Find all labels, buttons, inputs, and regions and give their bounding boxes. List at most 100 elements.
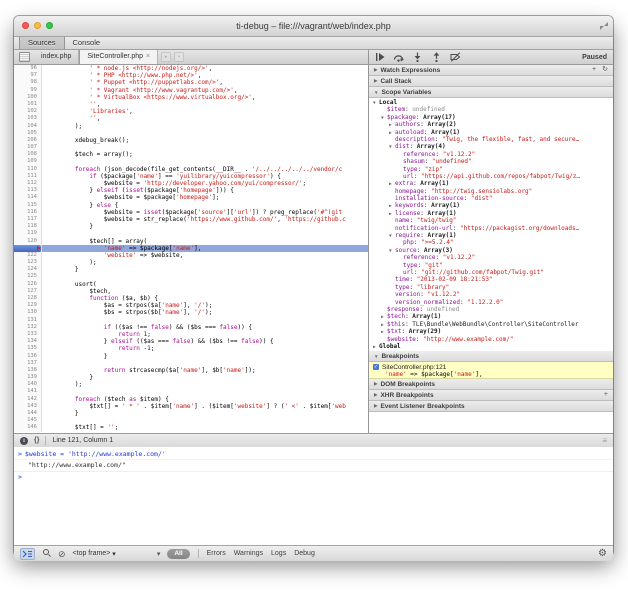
show-navigator-icon[interactable]	[19, 52, 30, 62]
close-window-button[interactable]	[22, 22, 29, 29]
line-number[interactable]: 146	[14, 424, 42, 431]
line-number[interactable]: 144	[14, 410, 42, 417]
fullscreen-icon[interactable]	[600, 22, 608, 30]
line-number[interactable]: 113	[14, 187, 42, 194]
line-number[interactable]: 101	[14, 101, 42, 108]
line-number[interactable]: 111	[14, 173, 42, 180]
event-listener-breakpoints-header[interactable]: ▶ Event Listener Breakpoints	[369, 401, 613, 412]
line-number[interactable]: 137	[14, 360, 42, 367]
line-number[interactable]: 142	[14, 396, 42, 403]
pause-on-exceptions-icon[interactable]: ‖	[20, 437, 28, 445]
scope-variable[interactable]: url: "https://api.github.com/repos/fabpo…	[369, 173, 613, 180]
scope-variable[interactable]: time: "2013-02-09 18:21:53"	[369, 276, 613, 283]
scope-variable[interactable]: shasum: "undefined"	[369, 158, 613, 165]
line-number[interactable]: 128	[14, 295, 42, 302]
line-number[interactable]: 143	[14, 403, 42, 410]
line-number[interactable]: 115	[14, 202, 42, 209]
scope-variable[interactable]: version: "v1.12.2"	[369, 291, 613, 298]
line-number[interactable]: 130	[14, 309, 42, 316]
scope-variable[interactable]: ▶$tech: Array(1)	[369, 313, 613, 320]
scope-variable[interactable]: ▶license: Array(1)	[369, 210, 613, 217]
scope-variable[interactable]: url: "git://github.com/fabpot/Twig.git"	[369, 269, 613, 276]
line-number[interactable]: 145	[14, 417, 42, 424]
scope-variable[interactable]: ▼Local	[369, 99, 613, 106]
filter-errors[interactable]: Errors	[207, 550, 226, 557]
line-number[interactable]: 109	[14, 158, 42, 165]
search-icon[interactable]	[42, 549, 51, 558]
line-number[interactable]: 100	[14, 94, 42, 101]
dom-breakpoints-header[interactable]: ▶ DOM Breakpoints	[369, 379, 613, 390]
filter-debug[interactable]: Debug	[294, 550, 315, 557]
line-number[interactable]: 97	[14, 72, 42, 79]
file-tab[interactable]: index.php	[34, 50, 79, 64]
line-number[interactable]: 120	[14, 238, 42, 245]
resume-button[interactable]	[375, 52, 385, 62]
scope-variables-header[interactable]: ▼ Scope Variables	[369, 87, 613, 98]
panel-tab-console[interactable]: Console	[65, 37, 109, 49]
scope-variable[interactable]: ▶Global	[369, 343, 613, 350]
call-stack-header[interactable]: ▶ Call Stack	[369, 76, 613, 87]
line-number[interactable]: 125	[14, 273, 42, 280]
line-number[interactable]: 136	[14, 353, 42, 360]
scope-variable[interactable]: ▶$txt: Array(29)	[369, 328, 613, 335]
line-number[interactable]: 126	[14, 281, 42, 288]
scope-variable[interactable]: php: ">=5.2.4"	[369, 239, 613, 246]
scope-variable[interactable]: type: "library"	[369, 284, 613, 291]
line-number[interactable]: 99	[14, 87, 42, 94]
line-number[interactable]: 139	[14, 374, 42, 381]
scope-variable[interactable]: description: "Twig, the flexible, fast, …	[369, 136, 613, 143]
panel-tab-sources[interactable]: Sources	[19, 37, 65, 49]
refresh-watch-icon[interactable]: ↻	[602, 65, 608, 75]
pretty-print-icon[interactable]: {}	[34, 437, 39, 444]
line-number[interactable]: 135	[14, 345, 42, 352]
line-number[interactable]: 98	[14, 79, 42, 86]
scope-variable[interactable]: type: "git"	[369, 262, 613, 269]
line-number[interactable]: 105	[14, 130, 42, 137]
line-number[interactable]: 107	[14, 144, 42, 151]
scope-variable[interactable]: $response: undefined	[369, 306, 613, 313]
scope-variable[interactable]: type: "zip"	[369, 166, 613, 173]
scope-variable[interactable]: installation-source: "dist"	[369, 195, 613, 202]
line-number[interactable]: 127	[14, 288, 42, 295]
filter-logs[interactable]: Logs	[271, 550, 286, 557]
console-toggle-button[interactable]	[20, 548, 35, 560]
line-number[interactable]: 96	[14, 65, 42, 72]
line-number[interactable]: 110	[14, 166, 42, 173]
zoom-window-button[interactable]	[46, 22, 53, 29]
scope-variable[interactable]: ▶autoload: Array(1)	[369, 129, 613, 136]
line-number[interactable]: 108	[14, 151, 42, 158]
settings-gear-icon[interactable]: ⚙	[598, 548, 607, 559]
step-out-button[interactable]	[431, 52, 442, 62]
console-prompt[interactable]: >	[14, 472, 613, 482]
scope-variable[interactable]: reference: "v1.12.2"	[369, 151, 613, 158]
close-tab-icon[interactable]: ×	[146, 50, 150, 64]
line-number[interactable]: 112	[14, 180, 42, 187]
breakpoint-gutter-badge[interactable]: 121	[14, 245, 42, 252]
drawer-resize-grip[interactable]: ≡	[602, 436, 607, 445]
line-number[interactable]: 122	[14, 252, 42, 259]
scope-variable[interactable]: ▼dist: Array(4)	[369, 143, 613, 150]
line-number[interactable]: 132	[14, 324, 42, 331]
line-number[interactable]: 138	[14, 367, 42, 374]
minimize-window-button[interactable]	[34, 22, 41, 29]
xhr-breakpoints-header[interactable]: ▶ XHR Breakpoints +	[369, 390, 613, 401]
scope-variable[interactable]: ▶keywords: Array(1)	[369, 202, 613, 209]
line-number[interactable]: 141	[14, 388, 42, 395]
line-number[interactable]: 119	[14, 230, 42, 237]
clear-console-icon[interactable]: ⊘	[58, 549, 66, 559]
scope-variable[interactable]: $website: "http://www.example.com/"	[369, 336, 613, 343]
filter-warnings[interactable]: Warnings	[234, 550, 263, 557]
frame-select[interactable]: <top frame> ▾	[73, 550, 116, 558]
scope-variable[interactable]: notification-url: "https://packagist.org…	[369, 225, 613, 232]
line-number[interactable]: 104	[14, 123, 42, 130]
scope-variable[interactable]: ▼$package: Array(17)	[369, 114, 613, 121]
filter-all[interactable]: All	[167, 549, 189, 559]
breakpoint-entry[interactable]: ✓ SiteController.php:121 'name' => $pack…	[369, 362, 613, 379]
line-number[interactable]: 118	[14, 223, 42, 230]
scope-variable[interactable]: ▶$this: TLE\Bundle\WebBundle\Controller\…	[369, 321, 613, 328]
line-number[interactable]: 129	[14, 302, 42, 309]
line-number[interactable]: 123	[14, 259, 42, 266]
scope-variable[interactable]: ▶extra: Array(1)	[369, 180, 613, 187]
scope-variable[interactable]: ▼source: Array(3)	[369, 247, 613, 254]
line-number[interactable]: 133	[14, 331, 42, 338]
